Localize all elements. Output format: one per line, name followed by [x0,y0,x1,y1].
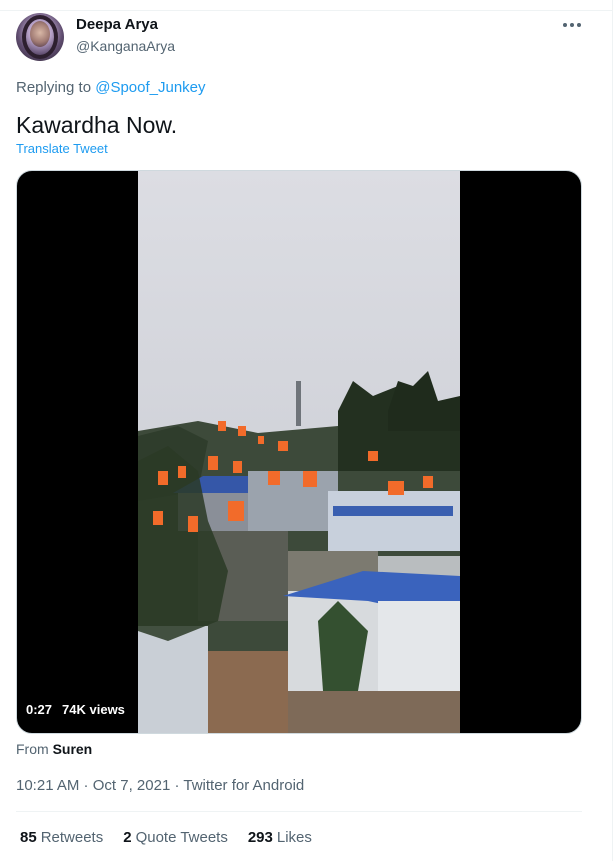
video-views: 74K views [62,702,125,717]
tweet-date[interactable]: Oct 7, 2021 [93,777,171,794]
avatar-face [30,21,50,47]
author-display-name[interactable]: Deepa Arya [76,16,158,33]
video-frame [138,171,460,733]
video-player[interactable] [16,170,582,734]
retweets-stat[interactable]: 85 Retweets [20,829,103,846]
quote-tweets-stat[interactable]: 2 Quote Tweets [123,829,228,846]
quote-tweets-label: Quote Tweets [135,829,228,846]
more-dot [577,23,581,27]
likes-label: Likes [276,829,312,846]
tweet-stats: 85 Retweets 2 Quote Tweets 293 Likes [20,829,312,846]
author-avatar[interactable] [16,13,64,61]
retweets-label: Retweets [40,829,104,846]
video-attribution: From Suren [16,741,92,757]
author-handle[interactable]: @KanganaArya [76,38,175,54]
retweets-count: 85 [20,829,37,846]
more-dot [563,23,567,27]
meta-separator: · [79,777,93,794]
tweet-text: Kawardha Now. [16,112,178,138]
likes-count: 293 [247,829,273,846]
tweet-time[interactable]: 10:21 AM [16,777,79,794]
video-overlay: 0:27 74K views [26,702,125,717]
replying-to: Replying to @Spoof_Junkey [16,79,206,96]
meta-divider [16,811,582,812]
video-duration: 0:27 [26,702,53,717]
from-prefix: From [16,741,53,757]
reply-handle-link[interactable]: @Spoof_Junkey [95,79,205,96]
replying-prefix: Replying to [16,79,96,96]
meta-separator: · [170,777,184,794]
translate-tweet-link[interactable]: Translate Tweet [16,141,108,156]
from-source-link[interactable]: Suren [53,741,93,757]
quote-tweets-count: 2 [123,829,132,846]
more-icon[interactable] [562,13,584,33]
likes-stat[interactable]: 293 Likes [248,829,312,846]
tweet-client[interactable]: Twitter for Android [183,777,304,794]
more-dot [570,23,574,27]
top-divider [0,0,613,11]
tweet-meta: 10:21 AM · Oct 7, 2021 · Twitter for And… [16,777,304,794]
